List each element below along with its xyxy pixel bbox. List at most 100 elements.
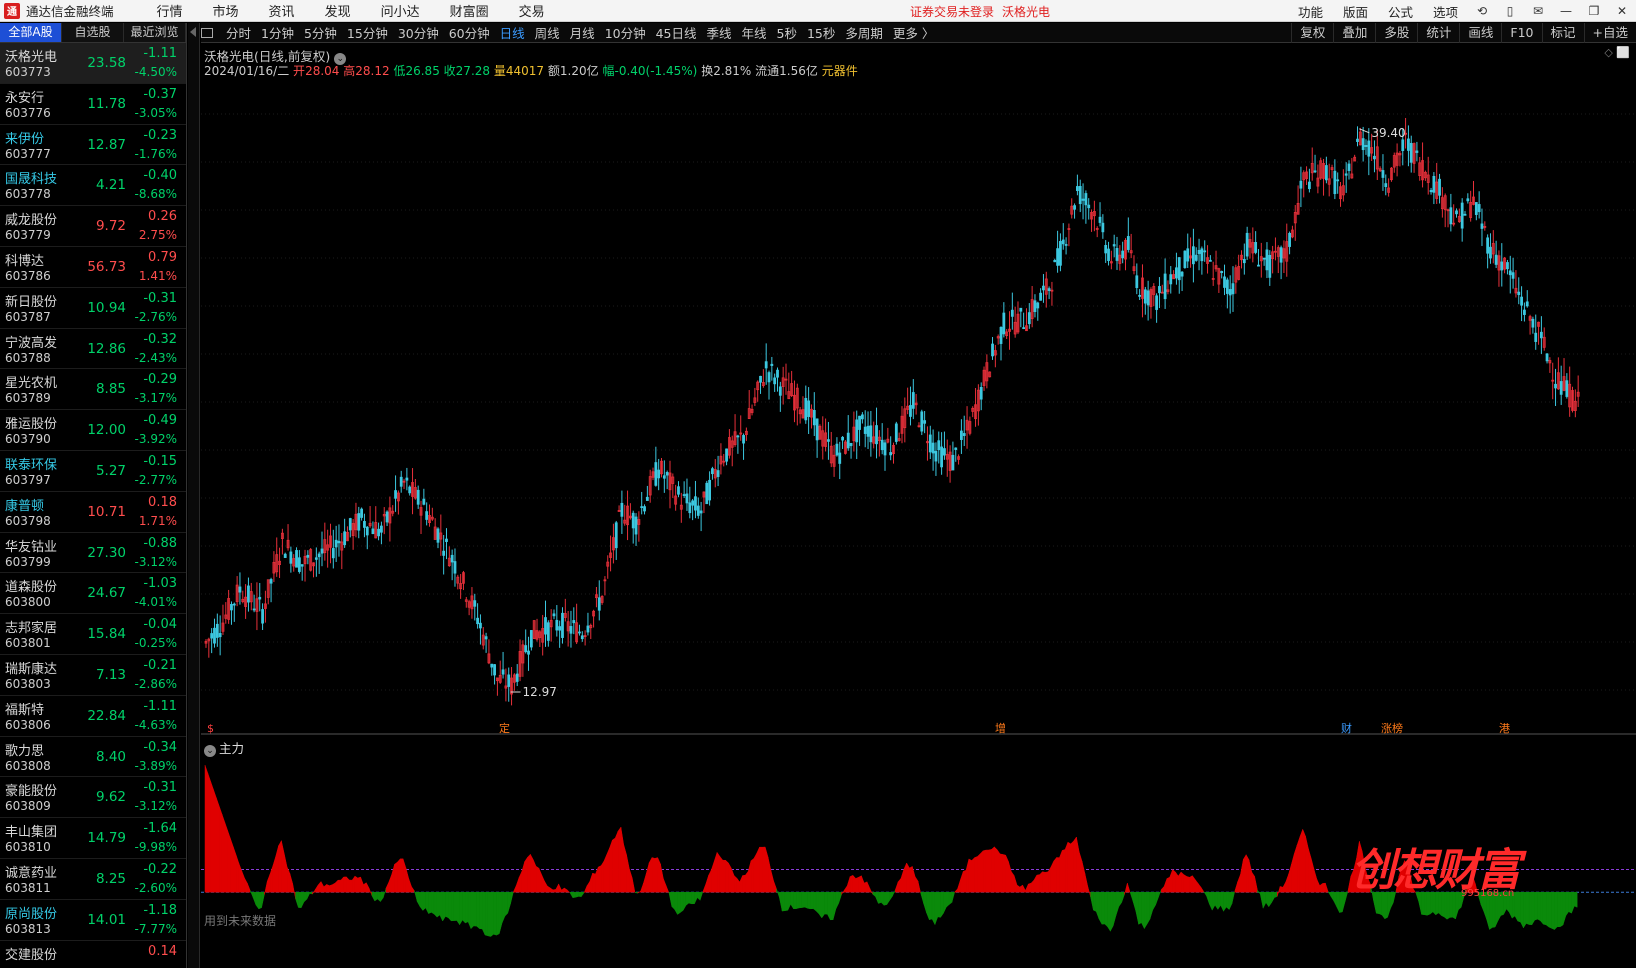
stock-row[interactable]: 康普顿 603798 10.71 0.18 1.71% <box>0 492 186 533</box>
indicator-area <box>484 891 489 937</box>
indicator-title[interactable]: ⌄ 主力 <box>204 738 244 757</box>
stock-row[interactable]: 交建股份 0.14 <box>0 941 186 968</box>
period-14[interactable]: 15秒 <box>802 23 840 42</box>
stock-row[interactable]: 诚意药业 603811 8.25 -0.22 -2.60% <box>0 859 186 900</box>
layout-toggle-icon[interactable] <box>201 27 213 38</box>
stock-row[interactable]: 瑞斯康达 603803 7.13 -0.21 -2.86% <box>0 655 186 696</box>
stock-row[interactable]: 原尚股份 603813 14.01 -1.18 -7.77% <box>0 900 186 941</box>
menu-item-market[interactable]: 行情 <box>142 1 198 20</box>
indicator-area <box>1121 891 1125 903</box>
diamond-icon[interactable]: ◇ <box>1604 46 1612 59</box>
menu-item-wealth-circle[interactable]: 财富圈 <box>435 1 504 20</box>
indicator-area <box>872 891 876 898</box>
period-10[interactable]: 45日线 <box>651 23 702 42</box>
stock-row[interactable]: 雅运股份 603790 12.00 -0.49 -3.92% <box>0 410 186 451</box>
tool-add-watchlist[interactable]: +自选 <box>1583 23 1636 43</box>
stock-row[interactable]: 丰山集团 603810 14.79 -1.64 -9.98% <box>0 818 186 859</box>
indicator-area <box>1293 845 1298 893</box>
menu-item-options[interactable]: 选项 <box>1423 2 1468 21</box>
tool-draw-line[interactable]: 画线 <box>1459 23 1501 43</box>
candle-body <box>1356 138 1359 142</box>
tool-statistics[interactable]: 统计 <box>1417 23 1459 43</box>
indicator-area <box>575 891 579 898</box>
period-16[interactable]: 更多 〉 <box>888 23 939 42</box>
period-13[interactable]: 5秒 <box>772 23 802 42</box>
menu-item-layout[interactable]: 版面 <box>1333 2 1378 21</box>
stock-row[interactable]: 威龙股份 603779 9.72 0.26 2.75% <box>0 206 186 247</box>
period-15[interactable]: 多周期 <box>840 23 888 42</box>
stock-row[interactable]: 国晟科技 603778 4.21 -0.40 -8.68% <box>0 165 186 207</box>
indicator-area <box>1112 891 1117 926</box>
candle-body <box>363 521 366 528</box>
indicator-area <box>855 876 859 893</box>
menu-item-trade[interactable]: 交易 <box>504 1 560 20</box>
menu-item-ask[interactable]: 问小达 <box>366 1 435 20</box>
maximize-icon[interactable]: ❐ <box>1580 4 1608 18</box>
tool-adjust[interactable]: 复权 <box>1291 23 1333 43</box>
stock-row[interactable]: 华友钴业 603799 27.30 -0.88 -3.12% <box>0 533 186 574</box>
candle-body <box>841 436 844 441</box>
period-0[interactable]: 分时 <box>221 23 256 42</box>
period-9[interactable]: 10分钟 <box>600 23 651 42</box>
period-2[interactable]: 5分钟 <box>299 23 342 42</box>
tab-all-a-shares[interactable]: 全部A股 <box>0 23 62 42</box>
tool-f10[interactable]: F10 <box>1501 23 1541 43</box>
indicator-area <box>1260 891 1264 909</box>
candlestick-chart[interactable]: 39.40 12.97 $ 定 增 财 涨榜 港 <box>201 44 1636 968</box>
refresh-icon[interactable]: ⟲ <box>1468 4 1496 18</box>
stock-name: 永安行 <box>5 90 45 106</box>
menu-item-formula[interactable]: 公式 <box>1378 2 1423 21</box>
login-notice[interactable]: 证券交易未登录 沃格光电 <box>910 3 1050 20</box>
candle-body <box>569 626 573 634</box>
stock-row[interactable]: 道森股份 603800 24.67 -1.03 -4.01% <box>0 573 186 615</box>
candle-body <box>883 442 887 456</box>
period-7[interactable]: 周线 <box>530 23 565 42</box>
scroll-arrow-icon[interactable] <box>190 27 196 37</box>
stock-row[interactable]: 豪能股份 603809 9.62 -0.31 -3.12% <box>0 777 186 819</box>
stock-row[interactable]: 科博达 603786 56.73 0.79 1.41% <box>0 247 186 288</box>
stock-row[interactable]: 宁波高发 603788 12.86 -0.32 -2.43% <box>0 329 186 370</box>
expand-icon[interactable]: ⬜ <box>1616 46 1630 59</box>
close-icon[interactable]: ✕ <box>1608 4 1636 18</box>
stock-row[interactable]: 来伊份 603777 12.87 -0.23 -1.76% <box>0 125 186 166</box>
tool-multi-stock[interactable]: 多股 <box>1375 23 1417 43</box>
tool-mark[interactable]: 标记 <box>1541 23 1584 43</box>
stock-row[interactable]: 永安行 603776 11.78 -0.37 -3.05% <box>0 84 186 125</box>
period-5[interactable]: 60分钟 <box>444 23 495 42</box>
period-6[interactable]: 日线 <box>495 23 530 42</box>
period-4[interactable]: 30分钟 <box>393 23 444 42</box>
indicator-area <box>569 891 574 899</box>
period-1[interactable]: 1分钟 <box>256 23 299 42</box>
mobile-icon[interactable]: ▯ <box>1496 4 1524 18</box>
stock-row[interactable]: 沃格光电 603773 23.58 -1.11 -4.50% <box>0 43 186 84</box>
period-8[interactable]: 月线 <box>565 23 600 42</box>
tab-recent[interactable]: 最近浏览 <box>124 23 186 42</box>
tool-overlay[interactable]: 叠加 <box>1333 23 1375 43</box>
indicator-area <box>617 826 622 893</box>
stock-row[interactable]: 星光农机 603789 8.85 -0.29 -3.17% <box>0 369 186 411</box>
stock-row[interactable]: 志邦家居 603801 15.84 -0.04 -0.25% <box>0 614 186 655</box>
stock-row[interactable]: 福斯特 603806 22.84 -1.11 -4.63% <box>0 696 186 737</box>
stock-row[interactable]: 新日股份 603787 10.94 -0.31 -2.76% <box>0 288 186 329</box>
message-icon[interactable]: ✉ <box>1524 4 1552 18</box>
indicator-area <box>1344 890 1349 902</box>
stock-change: -0.88 <box>143 535 177 551</box>
stock-change-pct: -9.98% <box>134 840 177 855</box>
minimize-icon[interactable]: — <box>1552 4 1580 18</box>
menu-item-function[interactable]: 功能 <box>1288 2 1333 21</box>
period-11[interactable]: 季线 <box>702 23 737 42</box>
candle-body <box>578 631 581 634</box>
sector-tag[interactable]: 元器件 <box>822 64 858 78</box>
menu-item-discover[interactable]: 发现 <box>310 1 366 20</box>
menu-item-markets[interactable]: 市场 <box>198 1 254 20</box>
indicator-area <box>614 831 619 893</box>
candle-body <box>812 410 816 426</box>
stock-row[interactable]: 联泰环保 603797 5.27 -0.15 -2.77% <box>0 451 186 492</box>
stock-row[interactable]: 歌力思 603808 8.40 -0.34 -3.89% <box>0 737 186 778</box>
period-3[interactable]: 15分钟 <box>342 23 393 42</box>
period-12[interactable]: 年线 <box>737 23 772 42</box>
indicator-dropdown-icon[interactable]: ⌄ <box>204 745 216 757</box>
tab-watchlist[interactable]: 自选股 <box>62 23 124 42</box>
menu-item-news[interactable]: 资讯 <box>254 1 310 20</box>
indicator-area <box>581 891 585 898</box>
